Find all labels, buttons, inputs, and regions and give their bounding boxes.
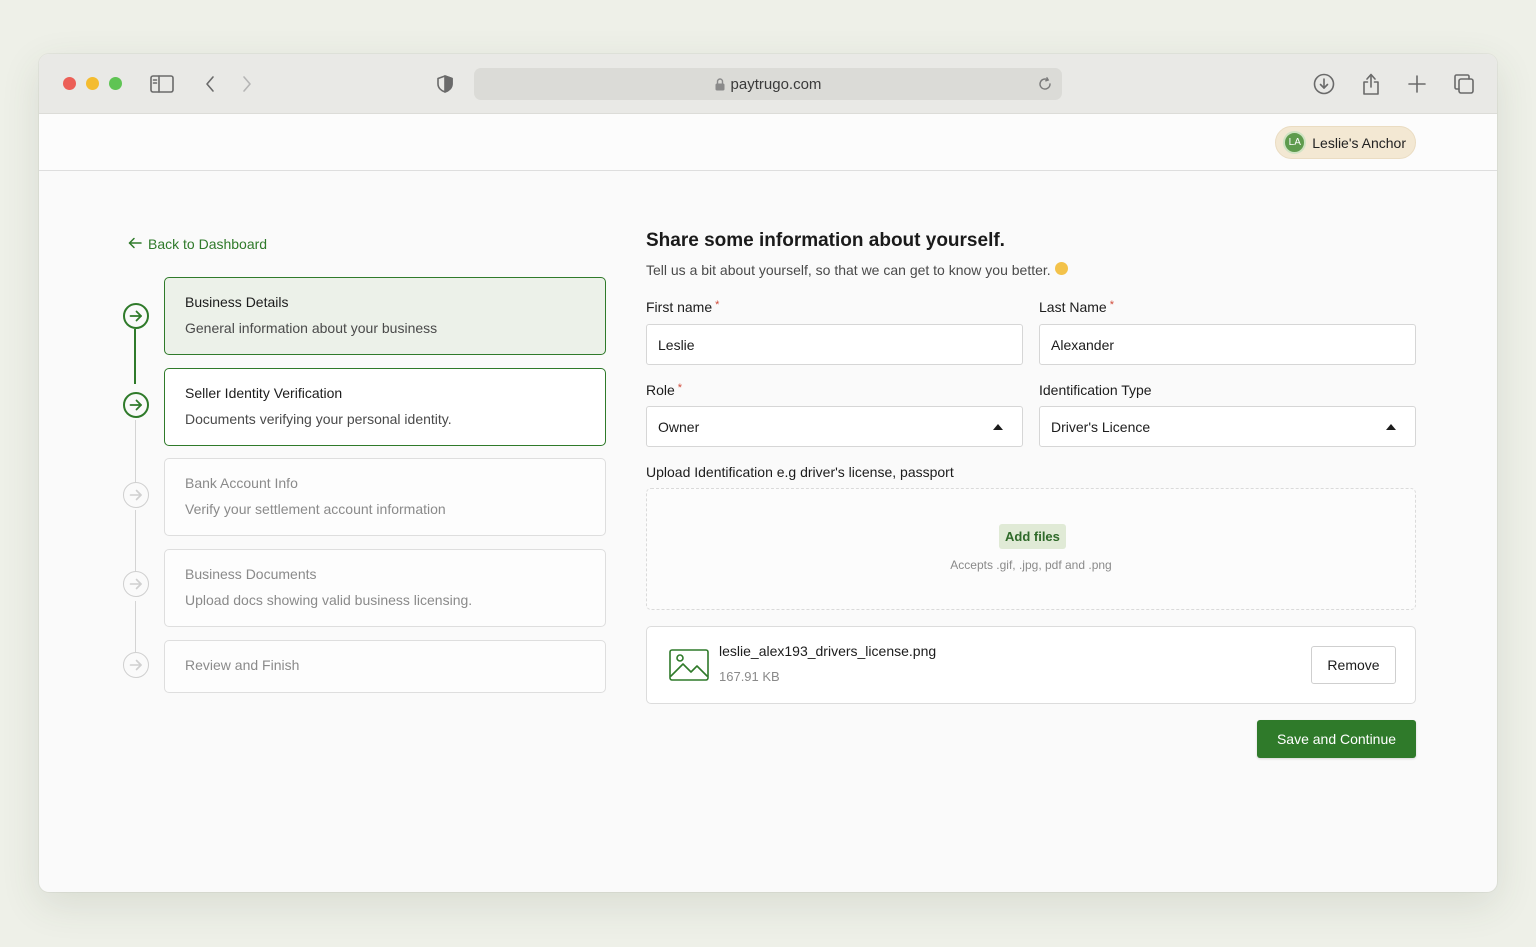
step-title: Business Details bbox=[185, 294, 289, 310]
save-and-continue-button[interactable]: Save and Continue bbox=[1257, 720, 1416, 758]
first-name-field[interactable]: Leslie bbox=[646, 324, 1023, 365]
step-description: General information about your business bbox=[185, 320, 438, 336]
role-label-text: Role bbox=[646, 382, 675, 398]
stepper-connector bbox=[135, 420, 136, 483]
file-dropzone[interactable]: Add files Accepts .gif, .jpg, pdf and .p… bbox=[646, 488, 1416, 610]
step-indicator-icon bbox=[123, 571, 149, 597]
subtitle-text: Tell us a bit about yourself, so that we… bbox=[646, 262, 1051, 278]
last-name-label: Last Name * bbox=[1039, 299, 1114, 315]
identification-type-value: Driver's Licence bbox=[1051, 418, 1151, 435]
stepper-connector bbox=[135, 510, 136, 573]
step-title: Business Documents bbox=[185, 566, 317, 582]
step-business-details[interactable]: Business Details General information abo… bbox=[164, 277, 606, 355]
step-title: Seller Identity Verification bbox=[185, 385, 343, 401]
role-value: Owner bbox=[658, 418, 700, 435]
step-review-and-finish[interactable]: Review and Finish bbox=[164, 640, 606, 693]
step-bank-account-info[interactable]: Bank Account Info Verify your settlement… bbox=[164, 458, 606, 536]
accepted-formats-hint: Accepts .gif, .jpg, pdf and .png bbox=[950, 558, 1112, 572]
step-description: Upload docs showing valid business licen… bbox=[185, 592, 473, 608]
browser-toolbar: paytrugo.com bbox=[39, 54, 1497, 114]
file-name: leslie_alex193_drivers_license.png bbox=[719, 643, 937, 659]
stepper-connector bbox=[135, 601, 136, 652]
back-arrow-icon[interactable] bbox=[196, 70, 224, 98]
identification-type-label-text: Identification Type bbox=[1039, 382, 1152, 398]
page-title: Share some information about yourself. bbox=[646, 230, 1005, 251]
uploaded-file-card: leslie_alex193_drivers_license.png 167.9… bbox=[646, 626, 1416, 704]
address-bar[interactable]: paytrugo.com bbox=[474, 68, 1062, 100]
tab-overview-icon[interactable] bbox=[1450, 70, 1478, 98]
new-tab-icon[interactable] bbox=[1403, 70, 1431, 98]
stepper-connector bbox=[134, 329, 136, 384]
last-name-field[interactable]: Alexander bbox=[1039, 324, 1416, 365]
lock-icon bbox=[715, 77, 725, 91]
forward-arrow-icon[interactable] bbox=[233, 70, 261, 98]
step-indicator-icon bbox=[123, 652, 149, 678]
caret-up-icon bbox=[993, 424, 1003, 430]
step-title: Review and Finish bbox=[185, 657, 300, 673]
upload-label: Upload Identification e.g driver's licen… bbox=[646, 464, 954, 480]
required-mark: * bbox=[1109, 299, 1114, 311]
download-icon[interactable] bbox=[1310, 70, 1338, 98]
image-file-icon bbox=[669, 649, 709, 686]
step-title: Bank Account Info bbox=[185, 475, 298, 491]
required-mark: * bbox=[715, 299, 720, 311]
user-menu-chip[interactable]: LA Leslie's Anchor bbox=[1275, 126, 1416, 159]
first-name-label: First name * bbox=[646, 299, 719, 315]
share-icon[interactable] bbox=[1357, 70, 1385, 98]
last-name-label-text: Last Name bbox=[1039, 299, 1107, 315]
step-business-documents[interactable]: Business Documents Upload docs showing v… bbox=[164, 549, 606, 627]
url-text: paytrugo.com bbox=[730, 75, 822, 93]
maximize-window-button[interactable] bbox=[109, 77, 122, 90]
back-link-label: Back to Dashboard bbox=[148, 236, 268, 252]
step-indicator-icon bbox=[123, 482, 149, 508]
required-mark: * bbox=[677, 382, 683, 394]
close-window-button[interactable] bbox=[63, 77, 76, 90]
step-description: Documents verifying your personal identi… bbox=[185, 411, 452, 427]
step-indicator-icon bbox=[123, 303, 149, 329]
file-size: 167.91 KB bbox=[719, 669, 780, 684]
first-name-label-text: First name bbox=[646, 299, 713, 315]
reload-icon[interactable] bbox=[1034, 73, 1056, 95]
avatar: LA bbox=[1283, 131, 1307, 154]
browser-window: paytrugo.com LA Leslie's Anchor Back to bbox=[39, 54, 1497, 892]
app-header: LA Leslie's Anchor bbox=[39, 114, 1497, 171]
role-select[interactable]: Owner bbox=[646, 406, 1023, 447]
role-label: Role * bbox=[646, 382, 682, 398]
page-subtitle: Tell us a bit about yourself, so that we… bbox=[646, 261, 1068, 278]
identification-type-select[interactable]: Driver's Licence bbox=[1039, 406, 1416, 447]
step-seller-identity-verification[interactable]: Seller Identity Verification Documents v… bbox=[164, 368, 606, 446]
first-name-value: Leslie bbox=[658, 336, 695, 353]
remove-file-button[interactable]: Remove bbox=[1311, 646, 1396, 684]
arrow-left-icon bbox=[128, 236, 142, 252]
add-files-button[interactable]: Add files bbox=[999, 524, 1066, 549]
identification-type-label: Identification Type bbox=[1039, 382, 1152, 398]
sidebar-toggle-icon[interactable] bbox=[148, 70, 176, 98]
smile-emoji-icon bbox=[1054, 261, 1068, 275]
step-indicator-icon bbox=[123, 392, 149, 418]
last-name-value: Alexander bbox=[1051, 336, 1115, 353]
minimize-window-button[interactable] bbox=[86, 77, 99, 90]
back-to-dashboard-link[interactable]: Back to Dashboard bbox=[128, 236, 267, 252]
user-name: Leslie's Anchor bbox=[1312, 134, 1406, 151]
caret-up-icon bbox=[1386, 424, 1396, 430]
step-description: Verify your settlement account informati… bbox=[185, 501, 446, 517]
privacy-shield-icon[interactable] bbox=[431, 70, 459, 98]
